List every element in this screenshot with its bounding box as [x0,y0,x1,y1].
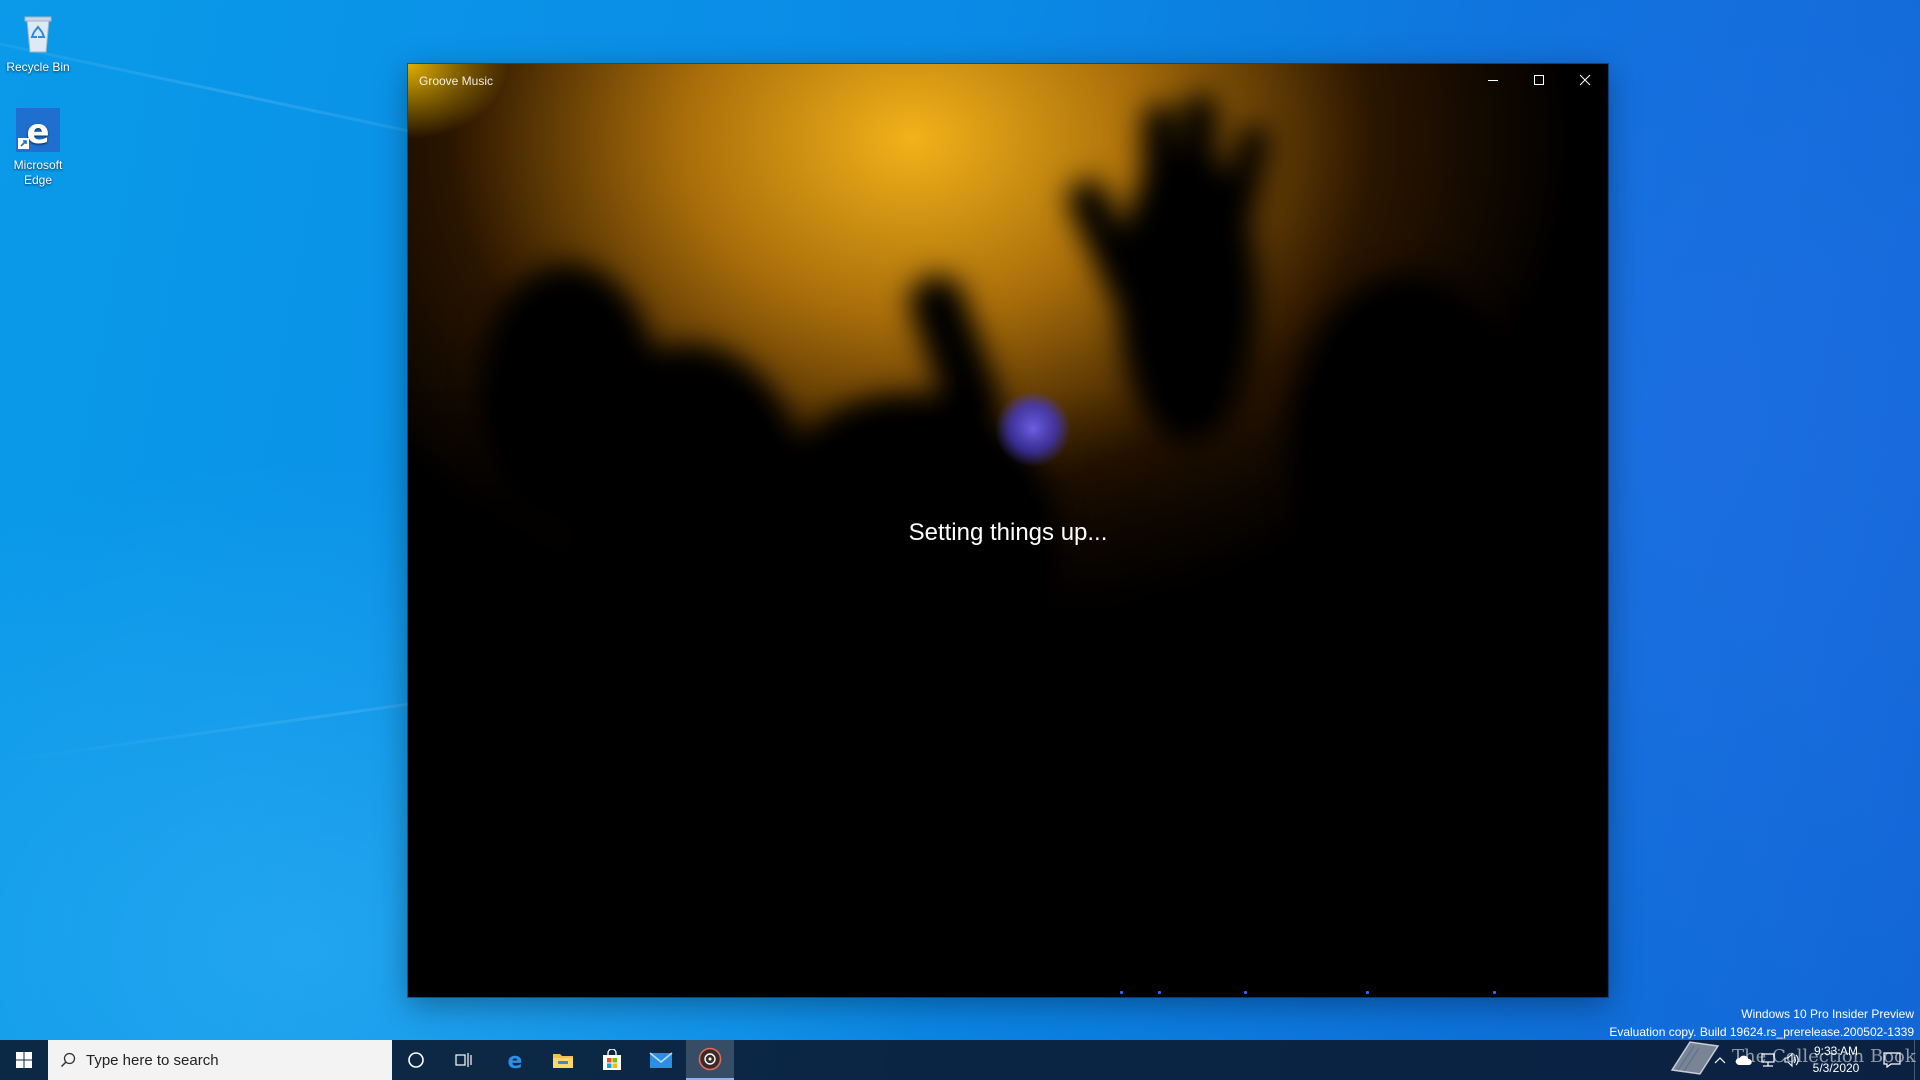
maximize-icon [1534,75,1544,85]
title-bar[interactable]: Groove Music [408,64,1608,96]
desktop-icon-label: Microsoft Edge [13,158,63,187]
minimize-button[interactable] [1470,64,1516,96]
windows-logo-icon [16,1052,32,1068]
loading-status-text: Setting things up... [908,519,1108,546]
edge-icon: e [508,1049,523,1071]
taskbar: Type here to search e 9:33 AM 5/3/2020 [0,1040,1920,1080]
watermark-brand-text: The Collection Book [1732,1045,1916,1067]
close-button[interactable] [1562,64,1608,96]
desktop-icon-microsoft-edge[interactable]: e Microsoft Edge [0,106,76,188]
progress-dot [1366,991,1369,994]
progress-dot [1244,991,1247,994]
taskbar-mail-button[interactable] [637,1040,685,1080]
recycle-bin-icon [14,8,62,56]
watermark-edition: Windows 10 Pro Insider Preview [1741,1007,1914,1021]
taskbar-file-explorer-button[interactable] [539,1040,587,1080]
task-view-button[interactable] [440,1040,488,1080]
progress-dot [1493,991,1496,994]
task-view-icon [455,1053,472,1067]
mail-icon [649,1052,673,1068]
file-explorer-icon [553,1054,573,1068]
svg-text:e: e [508,1049,523,1071]
desktop: Recycle Bin e Microsoft Edge Groove Musi… [0,0,1920,1080]
window-title: Groove Music [419,74,494,88]
progress-dot [1120,991,1123,994]
taskbar-groove-music-button[interactable] [686,1040,734,1080]
taskbar-search-box[interactable]: Type here to search [48,1040,392,1080]
search-placeholder: Type here to search [86,1051,219,1069]
cortana-icon [408,1052,424,1068]
start-button[interactable] [0,1040,48,1080]
maximize-button[interactable] [1516,64,1562,96]
groove-music-icon [698,1047,722,1071]
desktop-icon-recycle-bin[interactable]: Recycle Bin [0,8,76,75]
close-icon [1579,74,1591,86]
store-icon [603,1049,621,1070]
search-icon [60,1052,76,1068]
book-logo-icon [1670,1041,1720,1075]
desktop-icon-label: Recycle Bin [6,60,70,74]
cortana-button[interactable] [392,1040,440,1080]
edge-icon: e [14,106,62,154]
collection-book-watermark: The Collection Book [1668,1033,1916,1079]
svg-text:e: e [26,112,49,152]
minimize-icon [1488,80,1498,81]
taskbar-store-button[interactable] [588,1040,636,1080]
progress-indicator [408,991,1608,995]
progress-dot [1158,991,1161,994]
groove-music-window[interactable]: Groove Music Setting things up... [408,64,1608,997]
taskbar-edge-button[interactable]: e [491,1040,539,1080]
